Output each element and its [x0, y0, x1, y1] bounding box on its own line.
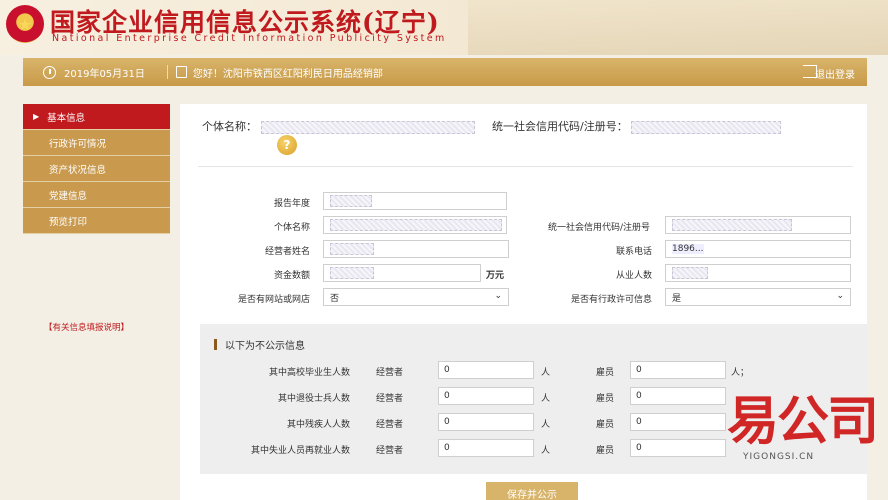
- disabled-employee-input[interactable]: 0: [630, 413, 726, 431]
- employees-input[interactable]: [665, 264, 851, 282]
- unit-label: 人: [541, 446, 551, 456]
- graduates-label: 其中高校毕业生人数: [268, 368, 350, 378]
- sidebar-item-label: 党建信息: [49, 190, 88, 202]
- greeting-text: 您好！沈阳市铁西区红阳利民日用品经销部: [192, 68, 383, 80]
- redacted-value: [330, 195, 372, 207]
- watermark-logo: 易公司 YIGONGSI.CN: [727, 392, 879, 462]
- operator-sub-label: 经营者: [376, 420, 404, 430]
- sidebar-item-assets[interactable]: 资产状况信息: [23, 156, 170, 182]
- employee-sub-label: 雇员: [596, 446, 615, 456]
- capital-amount-label: 资金数额: [273, 271, 310, 281]
- unit-label: 人: [541, 368, 551, 378]
- entity-name-redacted: [260, 120, 475, 134]
- redacted-value: [330, 219, 502, 231]
- individual-name-label: 个体名称: [273, 223, 310, 233]
- sidebar-item-label: 行政许可情况: [49, 138, 107, 150]
- reemployed-employee-input[interactable]: 0: [630, 439, 726, 457]
- employees-label: 从业人数: [615, 271, 652, 281]
- operator-sub-label: 经营者: [376, 394, 404, 404]
- clock-icon: [43, 65, 56, 79]
- graduates-employee-input[interactable]: 0: [630, 361, 726, 379]
- section-marker: [214, 339, 217, 350]
- license-info-label: 是否有行政许可信息: [570, 295, 652, 305]
- redacted-value: [672, 219, 792, 231]
- employee-sub-label: 雇员: [596, 420, 615, 430]
- private-info-title: 以下为不公示信息: [214, 337, 305, 352]
- credit-code-label: 统一社会信用代码/注册号：: [492, 120, 628, 133]
- redacted-value: [672, 267, 708, 279]
- reemployed-label: 其中失业人员再就业人数: [250, 446, 350, 456]
- help-icon[interactable]: ?: [277, 135, 297, 155]
- sidebar-item-preview-print[interactable]: 预览打印: [23, 208, 170, 234]
- watermark-url: YIGONGSI.CN: [743, 452, 815, 462]
- credit-code-input[interactable]: [665, 216, 851, 234]
- graduates-operator-input[interactable]: 0: [438, 361, 534, 379]
- current-date: 2019年05月31日: [64, 68, 145, 80]
- site-subtitle: National Enterprise Credit Information P…: [52, 33, 447, 44]
- filing-instructions-link[interactable]: 【有关信息填报说明】: [44, 321, 129, 333]
- unit-label: 人: [541, 420, 551, 430]
- sidebar-item-license[interactable]: 行政许可情况: [23, 130, 170, 156]
- redacted-value: [330, 243, 374, 255]
- website-label: 是否有网站或网店: [237, 295, 310, 305]
- veterans-employee-input[interactable]: 0: [630, 387, 726, 405]
- capital-amount-input[interactable]: [323, 264, 481, 282]
- sidebar-item-label: 资产状况信息: [49, 164, 107, 176]
- operator-name-label: 经营者姓名: [264, 247, 310, 257]
- report-year-input[interactable]: [323, 192, 507, 210]
- divider: [166, 65, 168, 79]
- employee-sub-label: 雇员: [596, 368, 615, 378]
- save-and-publish-button[interactable]: 保存并公示: [486, 482, 578, 500]
- reemployed-operator-input[interactable]: 0: [438, 439, 534, 457]
- sidebar-item-party[interactable]: 党建信息: [23, 182, 170, 208]
- website-value: 否: [330, 293, 340, 304]
- chevron-down-icon: ⌄: [836, 291, 844, 301]
- operator-sub-label: 经营者: [376, 368, 404, 378]
- redacted-value: [330, 267, 374, 279]
- entity-name-display: 个体名称：: [202, 118, 475, 134]
- phone-value: 1896...: [672, 244, 704, 254]
- divider: [198, 166, 853, 167]
- report-year-label: 报告年度: [273, 199, 310, 209]
- watermark-text: 易公司: [727, 392, 879, 452]
- operator-sub-label: 经营者: [376, 446, 404, 456]
- arrow-right-icon: ▶: [33, 112, 40, 121]
- site-header: ★ 国家企业信用信息公示系统(辽宁) National Enterprise C…: [0, 0, 888, 55]
- credit-code-display: 统一社会信用代码/注册号：: [492, 118, 782, 134]
- website-select[interactable]: 否 ⌄: [323, 288, 509, 306]
- chevron-down-icon: ⌄: [494, 291, 502, 301]
- operator-name-input[interactable]: [323, 240, 509, 258]
- unit-label: 人: [541, 394, 551, 404]
- employee-sub-label: 雇员: [596, 394, 615, 404]
- sidebar-item-basic-info[interactable]: ▶ 基本信息: [23, 104, 170, 130]
- credit-code-redacted: [631, 120, 782, 134]
- entity-name-label: 个体名称：: [202, 120, 257, 133]
- license-info-value: 是: [672, 293, 682, 304]
- credit-code-form-label: 统一社会信用代码/注册号: [547, 223, 650, 233]
- capital-unit: 万元: [486, 271, 505, 281]
- disabled-label: 其中残疾人人数: [286, 420, 350, 430]
- veterans-label: 其中退役士兵人数: [277, 394, 350, 404]
- phone-input[interactable]: 1896...: [665, 240, 851, 258]
- veterans-operator-input[interactable]: 0: [438, 387, 534, 405]
- disabled-operator-input[interactable]: 0: [438, 413, 534, 431]
- unit-label: 人；: [731, 368, 750, 378]
- header-background: [468, 0, 888, 55]
- top-bar: 2019年05月31日 您好！沈阳市铁西区红阳利民日用品经销部 退出登录: [23, 58, 867, 86]
- logout-link[interactable]: 退出登录: [815, 66, 855, 81]
- phone-label: 联系电话: [615, 247, 652, 257]
- private-info-heading: 以下为不公示信息: [225, 341, 305, 352]
- sidebar: ▶ 基本信息 行政许可情况 资产状况信息 党建信息 预览打印: [23, 104, 170, 234]
- user-icon: [175, 66, 187, 78]
- national-emblem-icon: ★: [6, 5, 44, 43]
- sidebar-item-label: 预览打印: [49, 216, 88, 228]
- sidebar-item-label: 基本信息: [47, 112, 86, 124]
- license-info-select[interactable]: 是 ⌄: [665, 288, 851, 306]
